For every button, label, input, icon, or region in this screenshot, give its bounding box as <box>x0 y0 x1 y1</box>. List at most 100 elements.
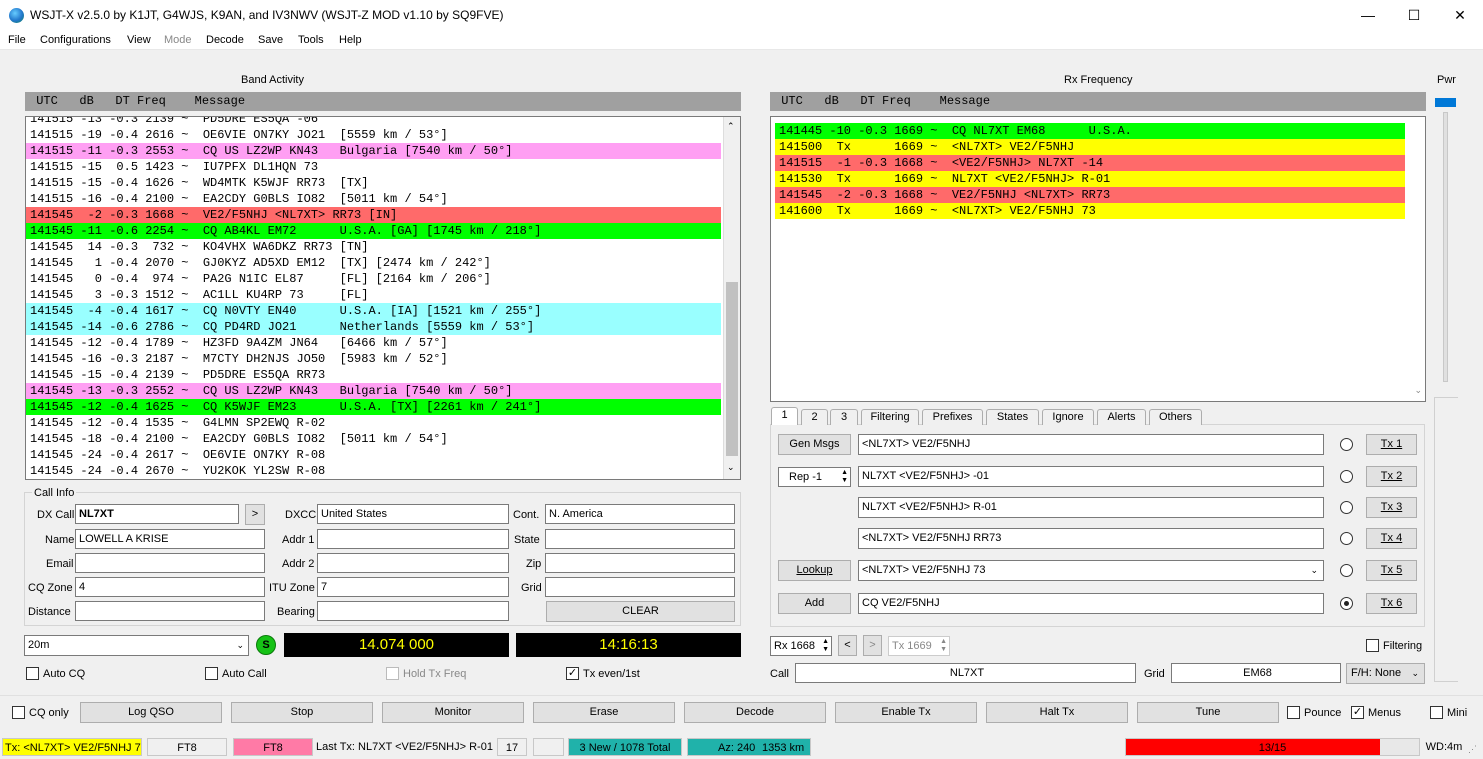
band-activity-row[interactable]: 141545 -12 -0.4 1535 ~ G4LMN SP2EWQ R-02 <box>26 415 721 431</box>
erase-button[interactable]: Erase <box>533 702 675 723</box>
tx2-message-field[interactable]: NL7XT <VE2/F5NHJ> -01 <box>858 466 1324 487</box>
tab-others[interactable]: Others <box>1149 409 1202 425</box>
itu-zone-field[interactable]: 7 <box>317 577 509 597</box>
fh-select[interactable]: F/H: None ⌄ <box>1346 663 1425 684</box>
band-activity-row[interactable]: 141545 -24 -0.4 2670 ~ YU2KOK YL2SW R-08 <box>26 463 721 479</box>
clear-button[interactable]: CLEAR <box>546 601 735 622</box>
tab-3[interactable]: 3 <box>830 409 858 425</box>
rx-spin-arrows-icon[interactable]: ▲ ▼ <box>822 638 829 654</box>
band-activity-row[interactable]: 141545 -24 -0.4 2617 ~ OE6VIE ON7KY R-08 <box>26 447 721 463</box>
menu-mode[interactable]: Mode <box>164 34 192 46</box>
rx-frequency-row[interactable]: 141545 -2 -0.3 1668 ~ VE2/F5NHJ <NL7XT> … <box>775 187 1405 203</box>
dx-call-go-button[interactable]: > <box>245 504 265 525</box>
band-activity-row[interactable]: 141515 -15 0.5 1423 ~ IU7PFX DL1HQN 73 <box>26 159 721 175</box>
band-activity-row[interactable]: 141515 -19 -0.4 2616 ~ OE6VIE ON7KY JO21… <box>26 127 721 143</box>
menu-tools[interactable]: Tools <box>298 34 324 46</box>
rx-frequency-row[interactable]: 141530 Tx 1669 ~ NL7XT <VE2/F5NHJ> R-01 <box>775 171 1405 187</box>
tab-1[interactable]: 1 <box>771 407 798 425</box>
band-activity-row[interactable]: 141545 1 -0.4 2070 ~ GJ0KYZ AD5XD EM12 [… <box>26 255 721 271</box>
band-activity-list[interactable]: 141515 -13 -0.3 2139 ~ PD5DRE ES5QA -06 1… <box>25 116 741 480</box>
add-button[interactable]: Add <box>778 593 851 614</box>
hold-tx-freq-checkbox[interactable] <box>386 667 399 680</box>
next-button[interactable]: > <box>863 635 882 656</box>
tx2-button[interactable]: Tx 2 <box>1366 466 1417 487</box>
dx-call-field[interactable]: NL7XT <box>75 504 239 524</box>
monitor-button[interactable]: Monitor <box>382 702 524 723</box>
band-activity-row[interactable]: 141545 -13 -0.3 2552 ~ CQ US LZ2WP KN43 … <box>26 383 721 399</box>
band-activity-row[interactable]: 141515 -16 -0.4 2100 ~ EA2CDY G0BLS IO82… <box>26 191 721 207</box>
menu-configurations[interactable]: Configurations <box>40 34 111 46</box>
tx6-message-field[interactable]: CQ VE2/F5NHJ <box>858 593 1324 614</box>
tx5-button[interactable]: Tx 5 <box>1366 560 1417 581</box>
cq-zone-field[interactable]: 4 <box>75 577 265 597</box>
cont-field[interactable]: N. America <box>545 504 735 524</box>
tx3-radio[interactable] <box>1340 501 1353 514</box>
band-activity-row[interactable]: 141545 -14 -0.6 2786 ~ CQ PD4RD JO21 Net… <box>26 319 721 335</box>
decode-button[interactable]: Decode <box>684 702 826 723</box>
pwr-slider-track[interactable] <box>1443 112 1448 382</box>
menu-file[interactable]: File <box>8 34 26 46</box>
enable-tx-button[interactable]: Enable Tx <box>835 702 977 723</box>
bearing-field[interactable] <box>317 601 509 621</box>
tx-even-checkbox[interactable]: ✓ <box>566 667 579 680</box>
dxcc-field[interactable]: United States <box>317 504 509 524</box>
menu-decode[interactable]: Decode <box>206 34 244 46</box>
band-activity-row[interactable]: 141515 -11 -0.3 2553 ~ CQ US LZ2WP KN43 … <box>26 143 721 159</box>
band-activity-row[interactable]: 141545 -18 -0.4 2100 ~ EA2CDY G0BLS IO82… <box>26 431 721 447</box>
band-activity-scrollbar[interactable]: ⌃ ⌄ <box>723 117 740 479</box>
addr1-field[interactable] <box>317 529 509 549</box>
tx5-message-select[interactable]: <NL7XT> VE2/F5NHJ 73 ⌄ <box>858 560 1324 581</box>
tab-2[interactable]: 2 <box>801 409 828 425</box>
band-select[interactable]: 20m ⌄ <box>24 635 249 656</box>
distance-field[interactable] <box>75 601 265 621</box>
band-activity-row[interactable]: 141515 -15 -0.4 1626 ~ WD4MTK K5WJF RR73… <box>26 175 721 191</box>
state-field[interactable] <box>545 529 735 549</box>
tune-button[interactable]: Tune <box>1137 702 1279 723</box>
rx-frequency-row[interactable]: 141445 -10 -0.3 1669 ~ CQ NL7XT EM68 U.S… <box>775 123 1405 139</box>
tx-freq-spinbox[interactable]: Tx 1669 ▲ ▼ <box>888 636 950 656</box>
band-activity-row[interactable]: 141545 -16 -0.3 2187 ~ M7CTY DH2NJS JO50… <box>26 351 721 367</box>
grid-row-field[interactable]: EM68 <box>1171 663 1341 683</box>
close-button[interactable]: ✕ <box>1437 0 1483 30</box>
scroll-up-icon[interactable]: ⌃ <box>727 121 735 132</box>
rx-frequency-row[interactable]: 141600 Tx 1669 ~ <NL7XT> VE2/F5NHJ 73 <box>775 203 1405 219</box>
name-field[interactable]: LOWELL A KRISE <box>75 529 265 549</box>
auto-cq-checkbox[interactable] <box>26 667 39 680</box>
menu-help[interactable]: Help <box>339 34 362 46</box>
log-qso-button[interactable]: Log QSO <box>80 702 222 723</box>
tx5-radio[interactable] <box>1340 564 1353 577</box>
tab-states[interactable]: States <box>986 409 1039 425</box>
email-field[interactable] <box>75 553 265 573</box>
rx-frequency-row[interactable]: 141515 -1 -0.3 1668 ~ <VE2/F5NHJ> NL7XT … <box>775 155 1405 171</box>
gen-msgs-button[interactable]: Gen Msgs <box>778 434 851 455</box>
rx-freq-spinbox[interactable]: Rx 1668 ▲ ▼ <box>770 636 832 656</box>
tx1-message-field[interactable]: <NL7XT> VE2/F5NHJ <box>858 434 1324 455</box>
pounce-checkbox[interactable] <box>1287 706 1300 719</box>
tx4-radio[interactable] <box>1340 532 1353 545</box>
call-field[interactable]: NL7XT <box>795 663 1136 683</box>
band-activity-row[interactable]: 141545 14 -0.3 732 ~ KO4VHX WA6DKZ RR73 … <box>26 239 721 255</box>
scroll-down-icon[interactable]: ⌄ <box>727 462 735 473</box>
tx-spin-arrows-icon[interactable]: ▲ ▼ <box>940 638 947 654</box>
tx1-button[interactable]: Tx 1 <box>1366 434 1417 455</box>
tx4-message-field[interactable]: <NL7XT> VE2/F5NHJ RR73 <box>858 528 1324 549</box>
rx-scroll-down-icon[interactable]: ⌄ <box>1414 385 1422 396</box>
menus-checkbox[interactable]: ✓ <box>1351 706 1364 719</box>
halt-tx-button[interactable]: Halt Tx <box>986 702 1128 723</box>
menu-view[interactable]: View <box>127 34 151 46</box>
band-activity-row[interactable]: 141545 -4 -0.4 1617 ~ CQ N0VTY EN40 U.S.… <box>26 303 721 319</box>
tab-ignore[interactable]: Ignore <box>1042 409 1094 425</box>
filtering-checkbox[interactable] <box>1366 639 1379 652</box>
pwr-slider-handle[interactable] <box>1435 98 1456 107</box>
zip-field[interactable] <box>545 553 735 573</box>
tx3-button[interactable]: Tx 3 <box>1366 497 1417 518</box>
auto-call-checkbox[interactable] <box>205 667 218 680</box>
tx4-button[interactable]: Tx 4 <box>1366 528 1417 549</box>
rep-spinbox[interactable]: Rep -1 ▲ ▼ <box>778 467 851 487</box>
tx6-radio[interactable] <box>1340 597 1353 610</box>
tx1-radio[interactable] <box>1340 438 1353 451</box>
band-activity-row[interactable]: 141545 0 -0.4 974 ~ PA2G N1IC EL87 [FL] … <box>26 271 721 287</box>
band-activity-row[interactable]: 141545 3 -0.3 1512 ~ AC1LL KU4RP 73 [FL] <box>26 287 721 303</box>
band-activity-row[interactable]: 141515 -13 -0.3 2139 ~ PD5DRE ES5QA -06 <box>26 117 721 127</box>
tab-prefixes[interactable]: Prefixes <box>922 409 983 425</box>
